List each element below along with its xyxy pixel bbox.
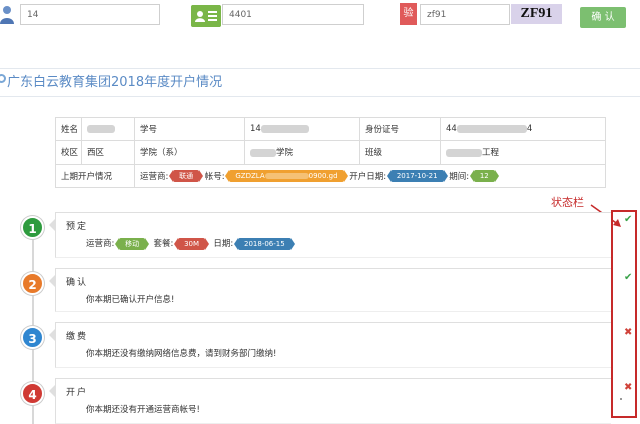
open-date-label: 开户日期:: [349, 171, 387, 182]
open-date-badge: 2017-10-21: [386, 170, 448, 183]
id-card-icon: [191, 5, 221, 27]
class-value: 工程: [440, 140, 606, 165]
user-icon: [0, 6, 14, 24]
top-bar: 14 4401 验 zf91 ZF91 确 认: [0, 0, 640, 32]
name-label: 姓名: [55, 116, 82, 142]
carrier-label: 运营商:: [86, 239, 115, 249]
plan-badge: 30M: [174, 237, 209, 250]
account-label: 帐号:: [204, 171, 225, 182]
status-column-label: 状态栏: [551, 196, 584, 209]
campus-value: 西区: [81, 140, 135, 165]
date-badge: 2018-06-15: [234, 237, 295, 250]
step-confirm: 确认 你本期已确认开户信息!: [49, 268, 611, 312]
last-period-value: 运营商: 联通 帐号: GZDZLA 0900.gd 开户日期: 2017-10-…: [134, 163, 606, 189]
student-info-table: 姓名 学号 14 身份证号 44 4 校区 西区 学院（系） 学院 班级 工程 上…: [55, 116, 606, 189]
date-label: 日期:: [213, 239, 234, 249]
id-number-label: 身份证号: [359, 116, 441, 142]
step-title: 开户: [66, 388, 89, 398]
carrier-badge: 移动: [115, 237, 150, 250]
plan-label: 套餐:: [153, 239, 174, 249]
table-row: 上期开户情况 运营商: 联通 帐号: GZDZLA 0900.gd 开户日期: 2…: [55, 163, 606, 189]
captcha-image[interactable]: ZF91: [511, 4, 562, 24]
captcha-icon: 验: [400, 3, 417, 25]
campus-label: 校区: [55, 140, 82, 165]
step-message: 你本期还没有缴纳网络信息费，请到财务部门缴纳!: [86, 349, 277, 359]
step-number-badge: 1: [21, 216, 44, 239]
divider: [0, 96, 640, 97]
period-label: 期间:: [449, 171, 470, 182]
id-number-input[interactable]: 4401: [222, 4, 364, 25]
step-reserve: 预定 运营商: 移动 套餐: 30M 日期: 2018-06-15: [49, 212, 611, 258]
step-message: 你本期已确认开户信息!: [86, 295, 175, 305]
title-bar: 广东白云教育集团2018年度开户情况: [0, 70, 640, 90]
check-icon: ✔: [624, 272, 633, 283]
step-number-badge: 4: [21, 382, 44, 405]
scroll-indicator: [620, 398, 622, 400]
table-row: 姓名 学号 14 身份证号 44 4: [55, 116, 606, 142]
school-value: 学院: [244, 140, 360, 165]
check-icon: ✔: [624, 214, 633, 225]
divider: [0, 68, 640, 69]
step-title: 确认: [66, 278, 89, 288]
id-number-value: 44 4: [440, 116, 606, 142]
cross-icon: ✖: [624, 382, 633, 393]
student-no-value: 14: [244, 116, 360, 142]
step-details: 运营商: 移动 套餐: 30M 日期: 2018-06-15: [86, 237, 295, 250]
step-message: 你本期还没有开通运营商帐号!: [86, 405, 200, 415]
period-badge: 12: [469, 170, 499, 183]
carrier-badge: 联通: [169, 170, 204, 183]
username-input[interactable]: 14: [20, 4, 160, 25]
step-payment: 缴费 你本期还没有缴纳网络信息费，请到财务部门缴纳!: [49, 322, 611, 368]
carrier-label: 运营商:: [140, 171, 169, 182]
table-row: 校区 西区 学院（系） 学院 班级 工程: [55, 140, 606, 165]
name-value: [81, 116, 135, 142]
confirm-button[interactable]: 确 认: [580, 7, 626, 28]
step-title: 缴费: [66, 332, 89, 342]
step-title: 预定: [66, 222, 89, 232]
captcha-input[interactable]: zf91: [420, 4, 510, 25]
cross-icon: ✖: [624, 327, 633, 338]
account-badge: GZDZLA 0900.gd: [225, 170, 348, 183]
last-period-label: 上期开户情况: [55, 163, 135, 189]
step-open-account: 开户 你本期还没有开通运营商帐号!: [49, 378, 611, 424]
student-no-label: 学号: [134, 116, 245, 142]
step-number-badge: 2: [21, 272, 44, 295]
title-bullet-icon: [0, 74, 6, 83]
page-title: 广东白云教育集团2018年度开户情况: [7, 75, 223, 90]
class-label: 班级: [359, 140, 441, 165]
school-label: 学院（系）: [134, 140, 245, 165]
step-number-badge: 3: [21, 326, 44, 349]
